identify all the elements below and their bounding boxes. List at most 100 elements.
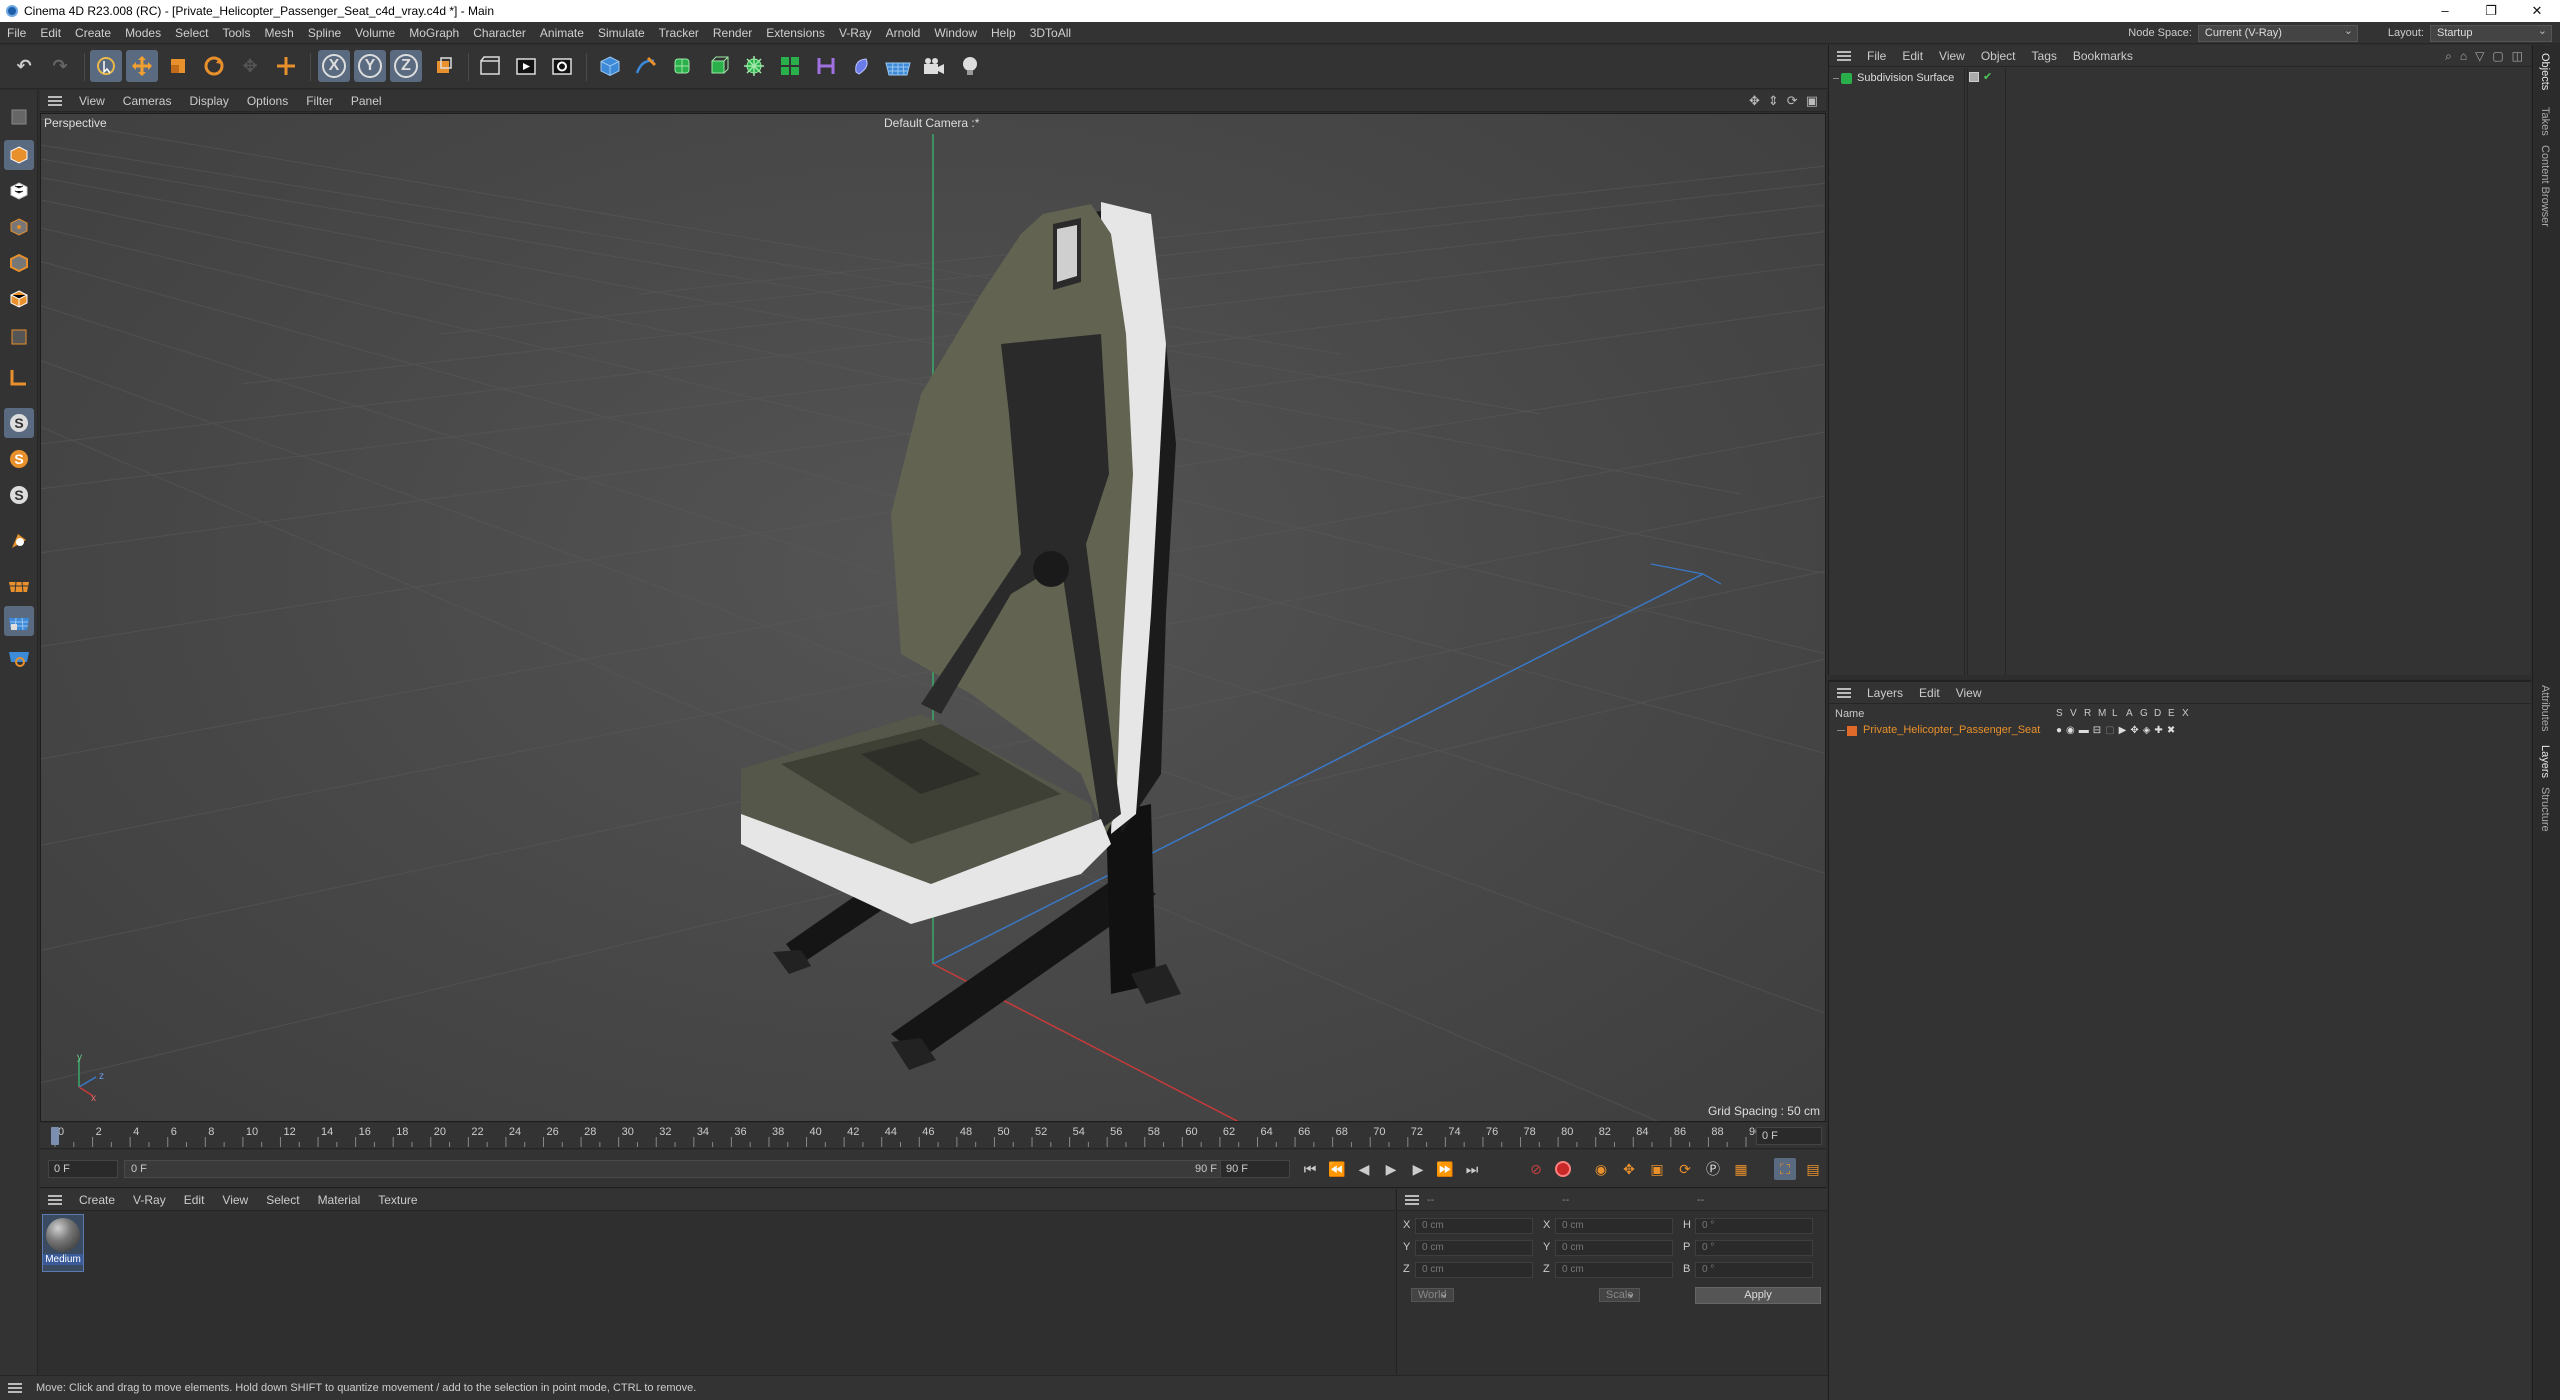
object-visibility-icon[interactable] (1969, 72, 1979, 82)
objects-filter-icon[interactable]: ▽ (2475, 49, 2484, 64)
pos-x-field[interactable]: 0 cm (1415, 1218, 1533, 1234)
soft-selection-icon[interactable] (4, 526, 34, 556)
objects-menu-file[interactable]: File (1859, 45, 1894, 67)
cube-object-icon[interactable] (594, 50, 626, 82)
menu-mesh[interactable]: Mesh (257, 22, 300, 44)
layers-menu-edit[interactable]: Edit (1911, 682, 1948, 704)
z-axis-lock-icon[interactable]: Z (390, 50, 422, 82)
quantize-icon[interactable]: S (4, 480, 34, 510)
menu-animate[interactable]: Animate (533, 22, 591, 44)
layer-col-render[interactable]: R (2084, 708, 2091, 719)
field-icon[interactable] (846, 50, 878, 82)
menu-arnold[interactable]: Arnold (879, 22, 928, 44)
menu-create[interactable]: Create (68, 22, 118, 44)
layer-col-locked[interactable]: L (2112, 708, 2118, 719)
scale-tool-icon[interactable] (162, 50, 194, 82)
scale-key-icon[interactable]: ▣ (1646, 1158, 1668, 1180)
layer-expressions-icon[interactable]: ✚ (2154, 725, 2162, 736)
texture-mode-icon[interactable] (4, 176, 34, 206)
current-frame-field[interactable]: 0 F (1756, 1127, 1822, 1145)
y-axis-lock-icon[interactable]: Y (354, 50, 386, 82)
material-menu-create[interactable]: Create (70, 1189, 124, 1211)
extrude-icon[interactable] (702, 50, 734, 82)
rot-h-field[interactable]: 0 ° (1695, 1218, 1813, 1234)
layers-menu-icon[interactable] (1837, 687, 1851, 698)
layer-manager-icon[interactable]: ⊟ (2093, 725, 2101, 736)
next-frame-icon[interactable]: ▶ (1407, 1158, 1429, 1180)
layer-col-generators[interactable]: G (2140, 708, 2148, 719)
layer-col-deformers[interactable]: D (2154, 708, 2161, 719)
material-menu-icon[interactable] (48, 1194, 62, 1205)
redo-icon[interactable]: ↷ (44, 50, 76, 82)
menu-character[interactable]: Character (466, 22, 533, 44)
cloner-icon[interactable] (738, 50, 770, 82)
deformer-icon[interactable] (774, 50, 806, 82)
size-z-field[interactable]: 0 cm (1555, 1262, 1673, 1278)
menu-spline[interactable]: Spline (301, 22, 348, 44)
timeline-ruler[interactable]: 0 2 4 6 8 10 12 14 16 18 20 22 24 26 28 30 32 34 36 38 40 42 4… (40, 1123, 1826, 1149)
material-swatch[interactable]: Medium (42, 1214, 84, 1272)
close-button[interactable]: ✕ (2514, 0, 2560, 22)
layer-solo-icon[interactable]: ● (2056, 725, 2062, 736)
camera-object-icon[interactable] (918, 50, 950, 82)
point-level-animation-icon[interactable]: ▦ (1730, 1158, 1752, 1180)
next-key-icon[interactable]: ⏩ (1434, 1158, 1456, 1180)
tab-layers[interactable]: Layers (2539, 745, 2551, 778)
layer-col-view[interactable]: V (2070, 708, 2077, 719)
viewport-menu-options[interactable]: Options (238, 90, 297, 112)
objects-menu-edit[interactable]: Edit (1894, 45, 1931, 67)
axis-icon[interactable] (4, 642, 34, 672)
layer-xref-icon[interactable]: ✖ (2167, 725, 2175, 736)
layer-col-expressions[interactable]: E (2168, 708, 2175, 719)
rot-b-field[interactable]: 0 ° (1695, 1262, 1813, 1278)
layout-dropdown[interactable]: Startup (2430, 24, 2552, 42)
viewport-menu-cameras[interactable]: Cameras (114, 90, 181, 112)
previous-key-icon[interactable]: ⏪ (1326, 1158, 1348, 1180)
pen-spline-icon[interactable] (630, 50, 662, 82)
viewport-menu-display[interactable]: Display (180, 90, 237, 112)
object-row-subdivision-surface[interactable]: Subdivision Surface (1833, 70, 1954, 86)
layer-row[interactable]: Private_Helicopter_Passenger_Seat ● ◉ ▬ … (1829, 723, 2532, 739)
material-menu-select[interactable]: Select (257, 1189, 308, 1211)
play-icon[interactable]: ▶ (1380, 1158, 1402, 1180)
material-menu-material[interactable]: Material (309, 1189, 370, 1211)
pos-z-field[interactable]: 0 cm (1415, 1262, 1533, 1278)
workplane-icon[interactable] (4, 362, 34, 392)
viewport-menu-panel[interactable]: Panel (342, 90, 391, 112)
menu-vray[interactable]: V-Ray (832, 22, 879, 44)
go-to-start-icon[interactable]: ⏮ (1299, 1158, 1321, 1180)
motion-system-icon[interactable]: ⛶ (1774, 1158, 1796, 1180)
model-mode-icon[interactable] (4, 140, 34, 170)
objects-search-icon[interactable]: ⌕ (2445, 49, 2452, 64)
tab-content-browser[interactable]: Content Browser (2539, 145, 2551, 227)
rot-p-field[interactable]: 0 ° (1695, 1240, 1813, 1256)
floor-object-icon[interactable] (882, 50, 914, 82)
menu-tools[interactable]: Tools (215, 22, 257, 44)
tab-attributes[interactable]: Attributes (2539, 685, 2551, 731)
recent-tools-icon[interactable]: ✥ (234, 50, 266, 82)
timeline-window-icon[interactable]: ▤ (1802, 1158, 1824, 1180)
make-editable-icon[interactable] (4, 102, 34, 132)
size-y-field[interactable]: 0 cm (1555, 1240, 1673, 1256)
layer-color-swatch[interactable] (1847, 726, 1857, 736)
status-menu-icon[interactable] (8, 1383, 22, 1393)
layer-render-icon[interactable]: ▬ (2079, 725, 2089, 736)
coordinate-system-dropdown[interactable]: World (1411, 1288, 1454, 1302)
record-keys-icon[interactable]: ⊘ (1525, 1158, 1547, 1180)
viewport-camera-label[interactable]: Default Camera :* (884, 116, 979, 130)
light-object-icon[interactable] (954, 50, 986, 82)
rotation-key-icon[interactable]: ⟳ (1674, 1158, 1696, 1180)
objects-lock-icon[interactable]: ▢ (2492, 49, 2503, 64)
menu-file[interactable]: File (0, 22, 33, 44)
bend-deformer-icon[interactable] (810, 50, 842, 82)
menu-modes[interactable]: Modes (118, 22, 168, 44)
size-mode-dropdown[interactable]: Scale (1598, 1288, 1641, 1302)
render-view-icon[interactable] (474, 50, 506, 82)
objects-home-icon[interactable]: ⌂ (2460, 49, 2467, 64)
lock-workplane-icon[interactable] (4, 606, 34, 636)
end-frame-field[interactable]: 90 F (1220, 1160, 1290, 1178)
node-space-dropdown[interactable]: Current (V-Ray) (2197, 24, 2358, 42)
render-settings-icon[interactable] (546, 50, 578, 82)
snap-settings-icon[interactable]: S (4, 444, 34, 474)
render-picture-viewer-icon[interactable] (510, 50, 542, 82)
